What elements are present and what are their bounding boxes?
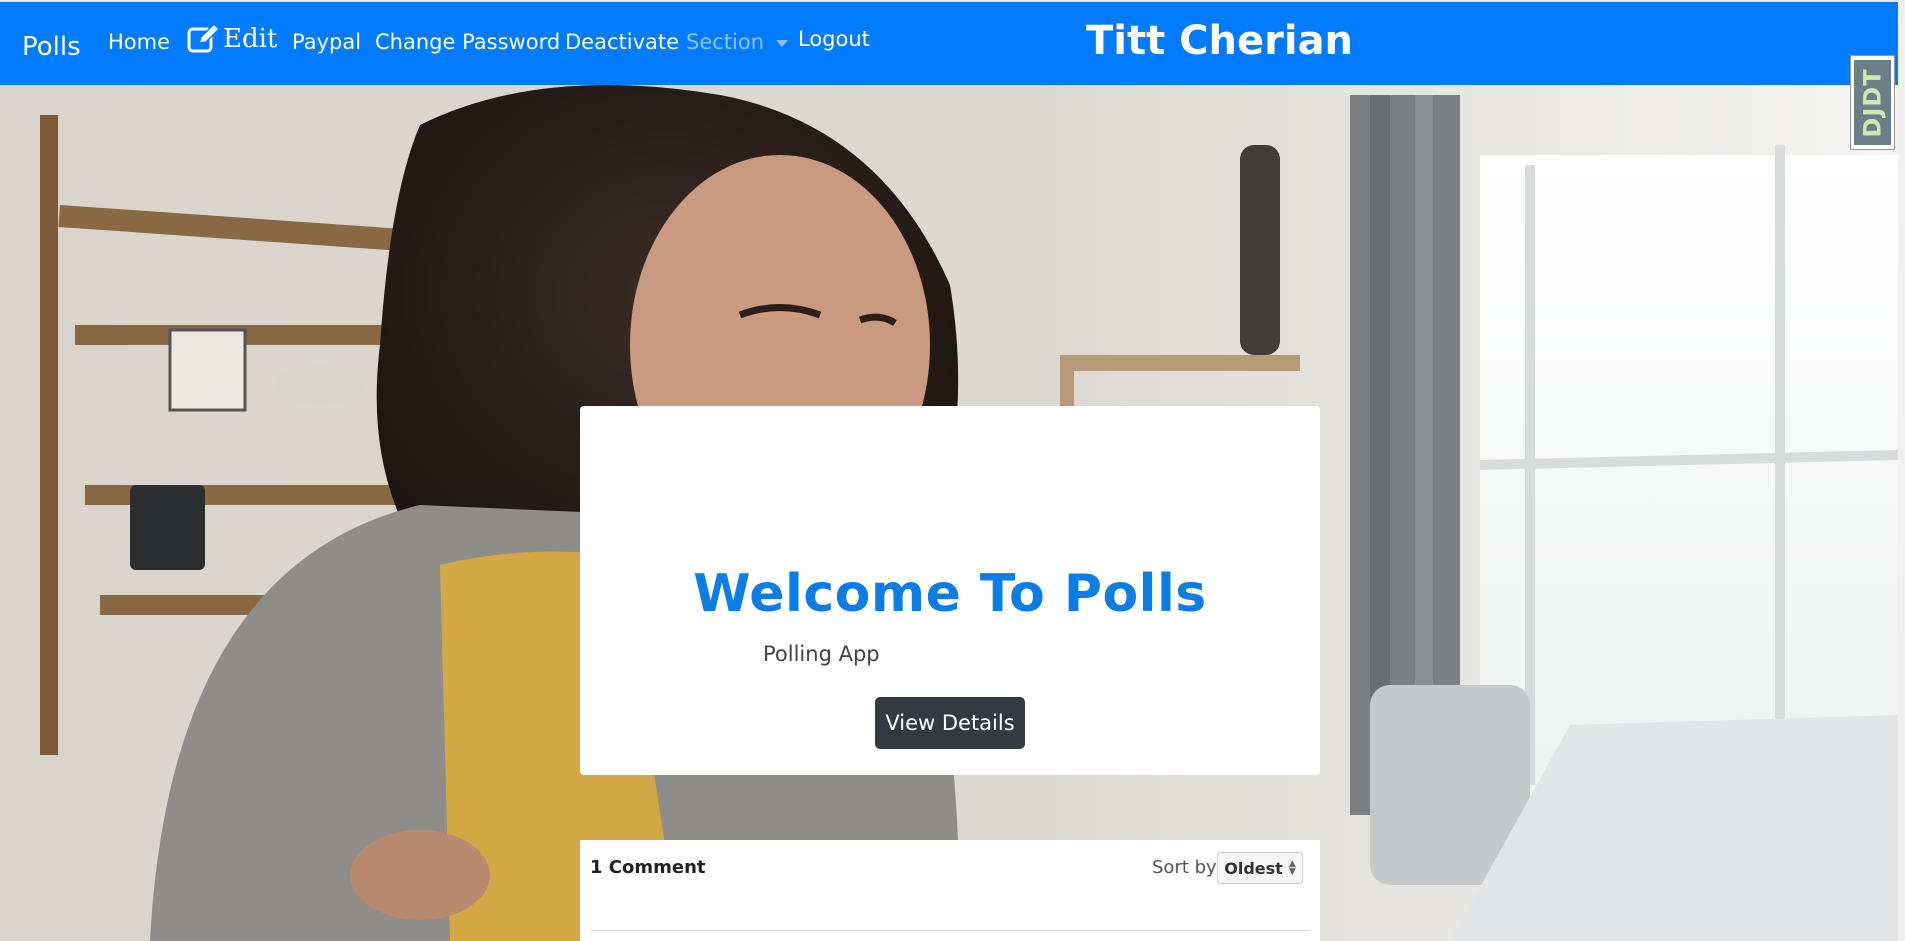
comments-section: 1 Comment Sort by Oldest ▲ ▼ <box>580 840 1320 941</box>
nav-edit[interactable]: Edit <box>187 24 277 54</box>
top-navbar: Polls Home Edit Paypal Change Password D… <box>0 2 1898 85</box>
debug-toolbar-label: DJDT <box>1858 67 1887 138</box>
sort-arrows-icon: ▲ ▼ <box>1288 859 1296 877</box>
view-details-button[interactable]: View Details <box>875 697 1025 749</box>
sort-value: Oldest <box>1224 858 1283 878</box>
debug-toolbar-badge: DJDT <box>1854 60 1891 145</box>
comment-divider <box>590 930 1310 931</box>
nav-section-dropdown[interactable]: Section <box>686 30 789 54</box>
nav-paypal[interactable]: Paypal <box>292 30 361 54</box>
site-title: Titt Cherian <box>1086 18 1354 64</box>
welcome-subheading: Polling App <box>763 642 880 666</box>
welcome-heading: Welcome To Polls <box>693 564 1207 624</box>
nav-deactivate[interactable]: Deactivate <box>565 30 679 54</box>
window-scrollbar[interactable] <box>1898 0 1905 941</box>
nav-edit-label: Edit <box>223 24 278 54</box>
sort-select[interactable]: Oldest ▲ ▼ <box>1217 852 1303 884</box>
edit-icon <box>187 24 219 53</box>
nav-section-label: Section <box>686 30 765 54</box>
brand-link[interactable]: Polls <box>22 32 81 62</box>
nav-change-password[interactable]: Change Password <box>375 30 560 54</box>
sort-label: Sort by <box>1152 857 1217 878</box>
chevron-down-icon <box>776 39 789 47</box>
nav-home[interactable]: Home <box>108 30 170 54</box>
debug-toolbar-toggle[interactable]: DJDT <box>1850 55 1895 150</box>
comment-count: 1 Comment <box>590 857 706 878</box>
welcome-card: Welcome To Polls Polling App View Detail… <box>580 406 1320 775</box>
nav-logout[interactable]: Logout <box>798 27 870 51</box>
